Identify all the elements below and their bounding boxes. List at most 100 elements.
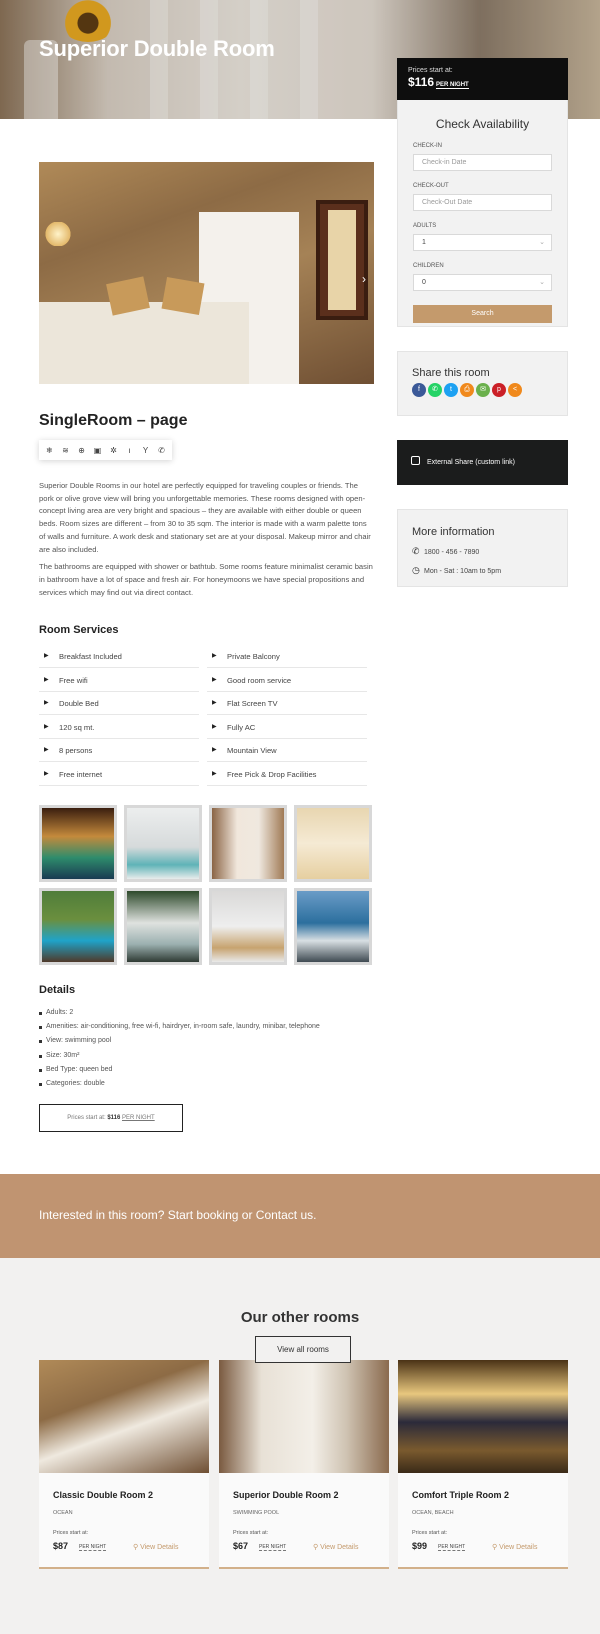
adults-select[interactable]: 1 ⌄ — [413, 234, 552, 251]
service-item: ▶ Free wifi — [39, 669, 199, 692]
whatsapp-icon[interactable]: ✆ — [428, 383, 442, 397]
service-item: ▶ Free internet — [39, 763, 199, 786]
phone-icon: ✆ — [158, 445, 165, 455]
caret-right-icon: ▶ — [212, 700, 217, 706]
chevron-right-icon[interactable]: › — [362, 272, 366, 286]
service-item: ▶ Good room service — [207, 669, 367, 692]
checkout-label: CHECK-OUT — [413, 183, 449, 189]
adults-value: 1 — [422, 239, 426, 246]
room-card-image — [398, 1360, 568, 1473]
room-title: SingleRoom – page — [39, 412, 188, 429]
view-details-link[interactable]: ⚲ View Details — [492, 1543, 537, 1551]
view-details-link[interactable]: ⚲ View Details — [133, 1543, 178, 1551]
other-rooms-title: Our other rooms — [240, 1309, 360, 1326]
room-card-name[interactable]: Superior Double Room 2 — [233, 1490, 339, 1500]
room-card-tag: OCEAN — [53, 1510, 73, 1516]
more-information-box: More information ✆ 1800 - 456 - 7890 ◷ Mon… — [397, 509, 568, 587]
gallery-thumb[interactable] — [124, 888, 202, 965]
details-item: Amenities: air-conditioning, free wi-fi,… — [39, 1020, 379, 1034]
email-icon[interactable]: ✉ — [476, 383, 490, 397]
per-night-label: PER NIGHT — [438, 1544, 466, 1551]
service-label: 8 persons — [59, 746, 93, 755]
caret-right-icon: ▶ — [44, 723, 49, 730]
service-item: ▶ Free Pick & Drop Facilities — [207, 763, 367, 786]
room-description: Superior Double Rooms in our hotel are p… — [39, 480, 374, 604]
pinterest-icon[interactable]: p — [492, 383, 506, 397]
service-label: Flat Screen TV — [227, 699, 278, 708]
view-details-link[interactable]: ⚲ View Details — [313, 1543, 358, 1551]
service-item: ▶ Flat Screen TV — [207, 692, 367, 715]
external-share-button[interactable]: External Share (custom link) — [397, 440, 568, 485]
details-item: View: swimming pool — [39, 1034, 379, 1048]
room-card[interactable]: Classic Double Room 2 OCEAN Prices start… — [39, 1360, 209, 1569]
clock-icon: ◷ — [412, 565, 420, 575]
room-card-name[interactable]: Comfort Triple Room 2 — [412, 1490, 509, 1500]
chevron-down-icon: ⌄ — [539, 239, 545, 246]
service-label: Double Bed — [59, 699, 99, 708]
caret-right-icon: ▶ — [44, 653, 49, 659]
service-label: Mountain View — [227, 746, 277, 755]
caret-right-icon: ▶ — [212, 747, 217, 753]
room-card-name[interactable]: Classic Double Room 2 — [53, 1490, 153, 1500]
twitter-icon[interactable]: t — [444, 383, 458, 397]
view-details-label: View Details — [140, 1544, 179, 1551]
view-details-label: View Details — [499, 1544, 538, 1551]
share-icons: f ✆ t ⎙ ✉ p < — [412, 383, 553, 397]
wifi-icon: ≋ — [62, 445, 69, 455]
per-night-label: PER NIGHT — [259, 1544, 287, 1551]
children-select[interactable]: 0 ⌄ — [413, 274, 552, 291]
gallery-thumb[interactable] — [294, 888, 372, 965]
view-all-rooms-button[interactable]: View all rooms — [255, 1336, 351, 1363]
per-night-label: PER NIGHT — [436, 82, 469, 89]
gallery-thumb[interactable] — [209, 888, 287, 965]
gallery-thumb[interactable] — [209, 805, 287, 882]
room-card-price: $87 — [53, 1541, 69, 1551]
other-rooms-section: Our other rooms Classic Double Room 2 OC… — [0, 1258, 600, 1634]
gallery-thumb[interactable] — [39, 805, 117, 882]
page-title: Superior Double Room — [39, 36, 275, 61]
gallery-thumb[interactable] — [39, 888, 117, 965]
checkin-input[interactable]: Check-in Date — [413, 154, 552, 171]
caret-right-icon: ▶ — [212, 653, 217, 659]
external-share-label: External Share (custom link) — [427, 459, 515, 466]
share-icon[interactable]: < — [508, 383, 522, 397]
caret-right-icon: ▶ — [212, 770, 217, 777]
price-amount: $116 — [107, 1115, 121, 1121]
room-card[interactable]: Superior Double Room 2 SWIMMING POOL Pri… — [219, 1360, 389, 1569]
per-night-link[interactable]: PER NIGHT — [122, 1115, 155, 1121]
checkin-label: CHECK-IN — [413, 143, 443, 149]
service-label: Free Pick & Drop Facilities — [227, 769, 317, 779]
children-value: 0 — [422, 279, 426, 286]
service-label: Fully AC — [227, 722, 256, 732]
print-icon[interactable]: ⎙ — [460, 383, 474, 397]
details-item: Bed Type: queen bed — [39, 1063, 379, 1077]
price-start-button[interactable]: Prices start at: $116 PER NIGHT — [39, 1104, 183, 1132]
gallery-thumb[interactable] — [124, 805, 202, 882]
share-box: Share this room f ✆ t ⎙ ✉ p < — [397, 351, 568, 416]
service-item: ▶ 8 persons — [39, 739, 199, 762]
room-card-price-label: Prices start at: — [233, 1530, 269, 1536]
children-label: CHILDREN — [413, 263, 444, 269]
phone-icon: ✆ — [412, 546, 420, 556]
gallery-thumb[interactable] — [294, 805, 372, 882]
gear-icon: ✲ — [110, 445, 117, 455]
facebook-icon[interactable]: f — [412, 383, 426, 397]
price-label: Prices start at: — [408, 67, 453, 74]
service-item: ▶ Breakfast Included — [39, 645, 199, 668]
per-night-label: PER NIGHT — [79, 1544, 107, 1551]
check-availability-title: Check Availability — [435, 117, 530, 131]
room-card[interactable]: Comfort Triple Room 2 OCEAN, BEACH Price… — [398, 1360, 568, 1569]
caret-right-icon: ▶ — [44, 676, 49, 683]
check-availability-form: Check Availability CHECK-IN Check-in Dat… — [397, 100, 568, 327]
details-list: Adults: 2 Amenities: air-conditioning, f… — [39, 1006, 379, 1091]
details-item: Size: 30m² — [39, 1049, 379, 1063]
room-main-image: › — [39, 162, 374, 384]
cta-text[interactable]: Interested in this room? Start booking o… — [39, 1208, 316, 1222]
service-label: Breakfast Included — [59, 652, 122, 661]
room-card-price-label: Prices start at: — [53, 1530, 89, 1536]
search-button[interactable]: Search — [413, 305, 552, 323]
price-prefix: Prices start at: — [67, 1115, 106, 1121]
details-item: Categories: double — [39, 1077, 379, 1091]
checkout-input[interactable]: Check-Out Date — [413, 194, 552, 211]
service-label: Free internet — [59, 769, 103, 779]
